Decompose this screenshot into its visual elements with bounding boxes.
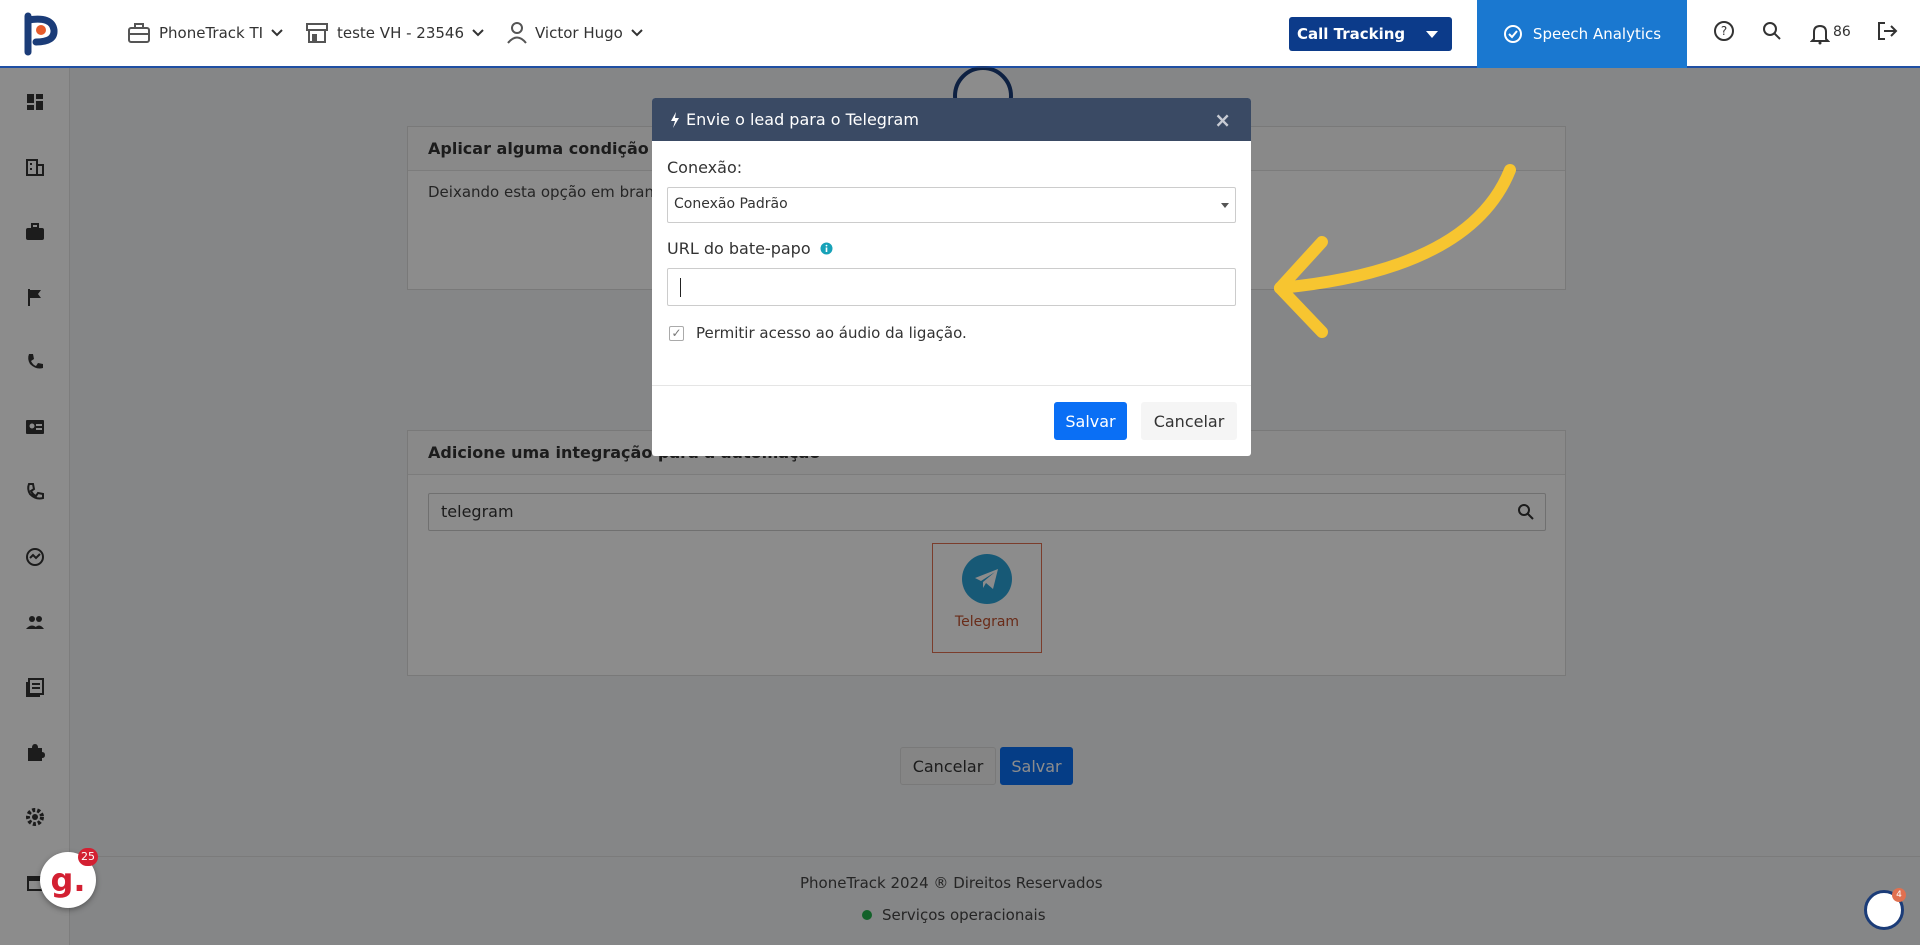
close-icon[interactable]: × (1214, 108, 1231, 132)
phonetrack-logo[interactable] (22, 12, 62, 56)
text-cursor (680, 278, 681, 297)
company-name: PhoneTrack TI (159, 24, 264, 42)
g-logo-icon: g. (50, 861, 86, 899)
connection-label: Conexão: (667, 158, 743, 177)
speech-analytics-label: Speech Analytics (1532, 25, 1662, 43)
info-icon[interactable] (820, 242, 833, 255)
g-widget-count: 25 (78, 848, 98, 866)
company-selector[interactable]: PhoneTrack TI (127, 22, 283, 44)
chat-url-input[interactable] (667, 268, 1236, 306)
chevron-down-icon (631, 29, 643, 37)
bolt-icon (671, 111, 679, 128)
search-icon[interactable] (1761, 20, 1783, 42)
store-selector[interactable]: teste VH - 23546 (305, 22, 484, 44)
modal-header: Envie o lead para o Telegram × (652, 98, 1251, 141)
speech-analytics-icon (1503, 25, 1522, 43)
audio-access-label: Permitir acesso ao áudio da ligação. (696, 324, 967, 342)
caret-down-icon (1221, 203, 1229, 208)
url-label: URL do bate-papo (667, 239, 811, 258)
top-bar: PhoneTrack TI teste VH - 23546 Victor Hu… (0, 0, 1920, 68)
user-selector[interactable]: Victor Hugo (507, 22, 643, 44)
caret-down-icon (1426, 31, 1438, 38)
modal-save-button[interactable]: Salvar (1054, 402, 1127, 440)
url-label-row: URL do bate-papo (667, 239, 833, 258)
store-name: teste VH - 23546 (337, 24, 465, 42)
chevron-down-icon (472, 29, 484, 37)
store-icon (306, 23, 328, 43)
product-select-value: Call Tracking (1297, 25, 1406, 43)
connection-select[interactable]: Conexão Padrão (667, 187, 1236, 223)
logout-icon[interactable] (1876, 20, 1898, 42)
briefcase-icon (128, 23, 150, 43)
svg-text:?: ? (1721, 24, 1727, 38)
modal-title: Envie o lead para o Telegram (686, 110, 919, 129)
product-select[interactable]: Call Tracking (1289, 17, 1452, 51)
audio-access-checkbox[interactable]: ✓ (669, 326, 684, 341)
chevron-down-icon (271, 29, 283, 37)
connection-select-value: Conexão Padrão (674, 196, 788, 212)
modal-cancel-button[interactable]: Cancelar (1141, 402, 1237, 440)
notification-count: 86 (1833, 24, 1851, 40)
telegram-modal: Envie o lead para o Telegram × Conexão: … (652, 98, 1251, 456)
help-icon[interactable]: ? (1713, 20, 1735, 42)
speech-analytics-button[interactable]: Speech Analytics (1477, 0, 1687, 68)
arrow-annotation-icon (1274, 164, 1516, 338)
user-name: Victor Hugo (535, 24, 623, 42)
phonetrack-chat-count: 4 (1892, 888, 1906, 902)
bell-icon[interactable] (1810, 23, 1830, 45)
user-icon (507, 22, 527, 44)
modal-divider (652, 385, 1251, 386)
